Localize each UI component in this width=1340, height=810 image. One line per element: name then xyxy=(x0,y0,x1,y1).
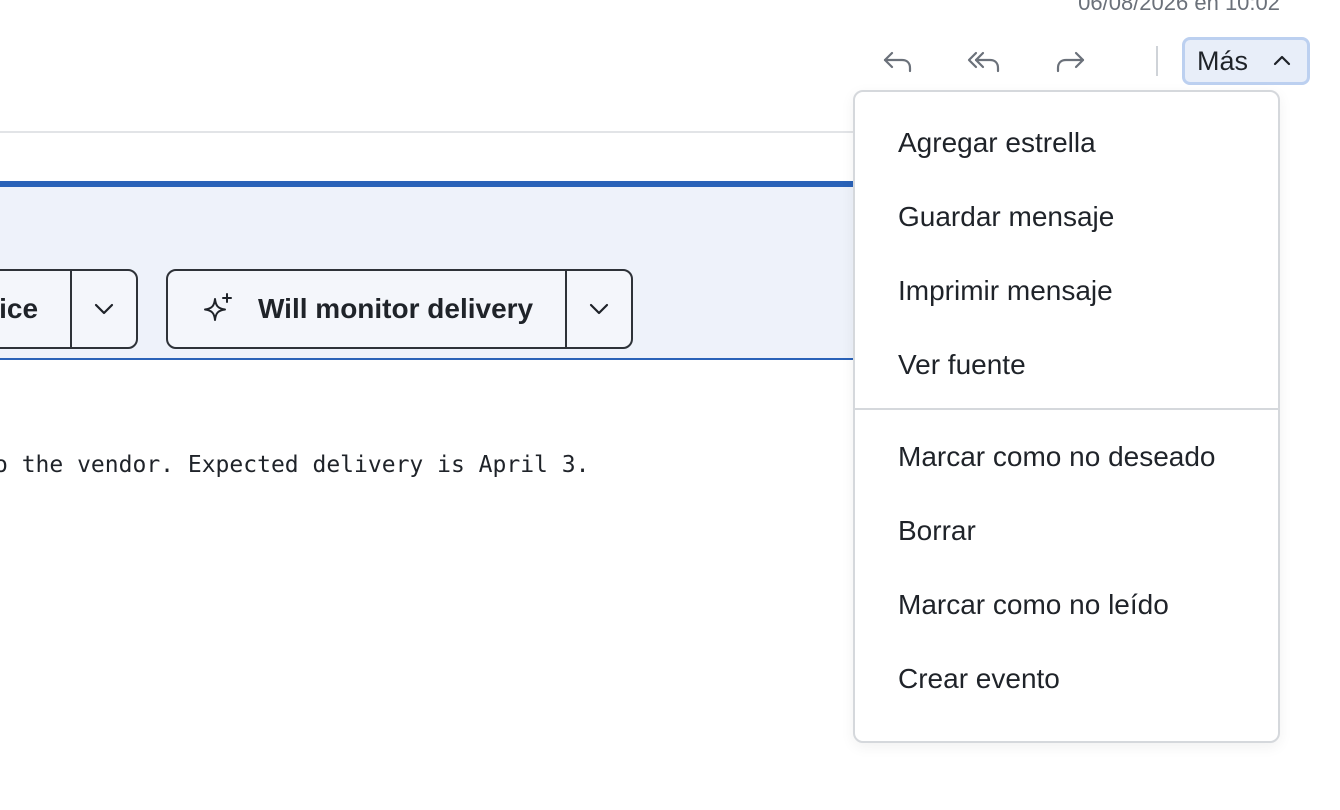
menu-item-view-source[interactable]: Ver fuente xyxy=(855,328,1278,402)
chevron-up-icon xyxy=(1273,55,1291,66)
menu-divider xyxy=(855,408,1278,410)
sparkle-icon xyxy=(204,293,232,321)
invoice-options-button[interactable] xyxy=(72,271,136,347)
toolbar-divider xyxy=(1156,46,1158,76)
menu-item-mark-spam[interactable]: Marcar como no deseado xyxy=(855,420,1278,494)
invoice-action-button[interactable]: oice xyxy=(0,271,73,347)
reply-icon xyxy=(883,51,912,73)
chevron-down-icon xyxy=(94,303,114,315)
menu-item-delete[interactable]: Borrar xyxy=(855,494,1278,568)
forward-button[interactable] xyxy=(1042,36,1098,86)
menu-item-mark-unread[interactable]: Marcar como no leído xyxy=(855,568,1278,642)
invoice-action-label: oice xyxy=(0,293,39,324)
more-button[interactable]: Más xyxy=(1182,37,1310,85)
more-button-label: Más xyxy=(1197,45,1249,76)
invoice-split-button: oice xyxy=(0,269,139,349)
reply-all-icon xyxy=(967,51,1000,73)
menu-item-save-message[interactable]: Guardar mensaje xyxy=(855,180,1278,254)
monitor-delivery-label: Will monitor delivery xyxy=(258,293,534,324)
message-timestamp: 06/08/2026 en 10:02 xyxy=(1078,0,1280,15)
message-body: o the vendor. Expected delivery is April… xyxy=(0,452,590,478)
reply-button[interactable] xyxy=(870,36,926,86)
more-actions-menu: Agregar estrella Guardar mensaje Imprimi… xyxy=(853,90,1280,743)
menu-item-add-star[interactable]: Agregar estrella xyxy=(855,106,1278,180)
monitor-delivery-split-button: Will monitor delivery xyxy=(166,269,634,349)
reply-all-button[interactable] xyxy=(956,36,1012,86)
message-toolbar: Más xyxy=(870,36,1310,86)
chevron-down-icon xyxy=(590,303,609,315)
forward-icon xyxy=(1056,51,1085,73)
menu-item-print-message[interactable]: Imprimir mensaje xyxy=(855,254,1278,328)
menu-item-create-event[interactable]: Crear evento xyxy=(855,642,1278,716)
monitor-delivery-options-button[interactable] xyxy=(567,271,631,347)
monitor-delivery-button[interactable]: Will monitor delivery xyxy=(168,271,568,347)
